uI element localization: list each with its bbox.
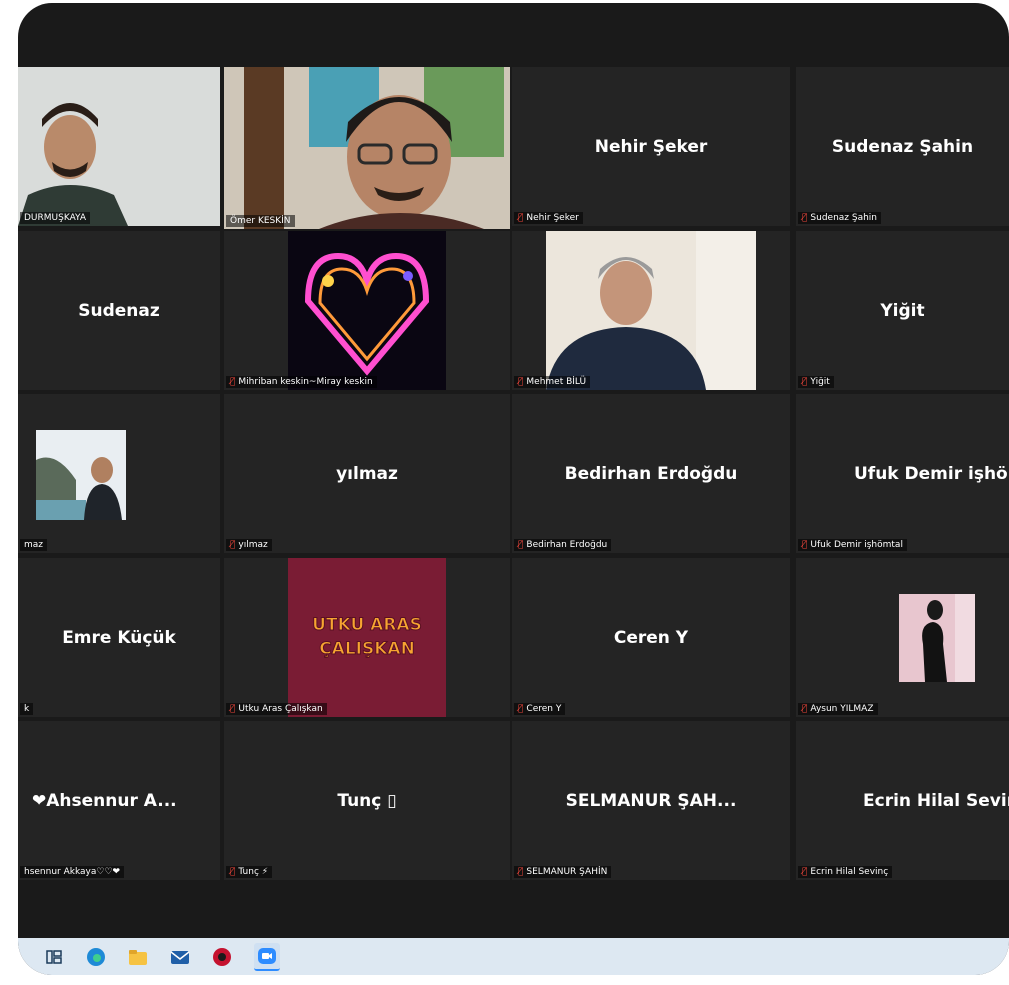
mic-muted-icon: 🎙̸ (518, 377, 524, 387)
participant-label: 🎙̸ yılmaz (226, 539, 272, 551)
mic-muted-icon: 🎙̸ (802, 377, 808, 387)
task-view-icon[interactable] (44, 947, 64, 967)
participant-name: Bedirhan Erdoğdu (564, 463, 738, 484)
participant-name: ❤Ahsennur A... (32, 790, 177, 811)
mic-muted-icon: 🎙̸ (802, 704, 808, 714)
participant-label: 🎙̸ Sudenaz Şahin (798, 212, 882, 224)
participant-name: Ufuk Demir işhö.. (854, 463, 1009, 484)
participant-avatar-image (899, 594, 975, 682)
participant-video (546, 231, 756, 390)
mic-muted-icon: 🎙̸ (802, 540, 808, 550)
mail-icon[interactable] (170, 947, 190, 967)
mic-muted-icon: 🎙̸ (802, 867, 808, 877)
windows-taskbar (18, 938, 1009, 975)
participant-avatar-image (36, 430, 126, 520)
participant-name: SELMANUR ŞAH... (565, 790, 737, 811)
participant-tile[interactable]: Yiğit 🎙̸ Yiğit (796, 231, 1009, 390)
participant-label: 🎙̸ Ecrin Hilal Sevinç (798, 866, 893, 878)
participant-video (18, 67, 220, 226)
participant-name: Tunç ▯ (337, 790, 397, 811)
participant-label: 🎙̸ Tunç ⚡ (226, 866, 273, 878)
participant-label: 🎙̸ Mehmet BİLÜ (514, 376, 591, 388)
mic-muted-icon: 🎙̸ (230, 867, 236, 877)
participant-tile[interactable]: Emre Küçük k (18, 558, 220, 717)
participant-name: Nehir Şeker (594, 136, 708, 157)
participant-label: DURMUŞKAYA (20, 212, 90, 224)
participant-tile[interactable]: 🎙̸ Mihriban keskin~Miray keskin (224, 231, 510, 390)
participant-tile[interactable]: Ceren Y 🎙̸ Ceren Y (512, 558, 790, 717)
participant-label: 🎙̸ Mihriban keskin~Miray keskin (226, 376, 377, 388)
meeting-window: DURMUŞKAYA Ömer KESKİN Nehir Şeker 🎙̸ Neh… (18, 3, 1009, 975)
participant-tile[interactable]: Nehir Şeker 🎙̸ Nehir Şeker (512, 67, 790, 226)
participant-name: Ecrin Hilal Sevinç (863, 790, 1009, 811)
participant-name: Sudenaz (78, 300, 160, 321)
participant-name: Sudenaz Şahin (831, 136, 974, 157)
mic-muted-icon: 🎙̸ (802, 213, 808, 223)
app-icon[interactable] (212, 947, 232, 967)
participant-tile[interactable]: maz (18, 394, 220, 553)
avatar-text-line-1: UTKU ARAS (312, 615, 422, 635)
participant-name: Ceren Y (613, 627, 689, 648)
participant-tile[interactable]: SELMANUR ŞAH... 🎙̸ SELMANUR ŞAHİN (512, 721, 790, 880)
edge-icon[interactable] (86, 947, 106, 967)
participant-label: maz (20, 539, 48, 551)
mic-muted-icon: 🎙̸ (518, 704, 524, 714)
participant-label: 🎙̸ Ceren Y (514, 703, 566, 715)
participant-label: k (20, 703, 34, 715)
file-explorer-icon[interactable] (128, 947, 148, 967)
participant-tile[interactable]: UTKU ARAS ÇALIŞKAN 🎙̸ Utku Aras Çalışkan (224, 558, 510, 717)
participant-label: 🎙̸ Nehir Şeker (514, 212, 583, 224)
participant-avatar-image (288, 231, 446, 390)
participant-tile[interactable]: Bedirhan Erdoğdu 🎙̸ Bedirhan Erdoğdu (512, 394, 790, 553)
participant-label: 🎙̸ Utku Aras Çalışkan (226, 703, 327, 715)
participant-label: hsennur Akkaya♡♡❤ (20, 866, 125, 878)
participant-name: yılmaz (336, 463, 398, 484)
participant-tile[interactable]: Sudenaz Şahin 🎙̸ Sudenaz Şahin (796, 67, 1009, 226)
participant-tile[interactable]: 🎙̸ Mehmet BİLÜ (512, 231, 790, 390)
participant-tile[interactable]: DURMUŞKAYA (18, 67, 220, 226)
participant-tile[interactable]: Tunç ▯ 🎙̸ Tunç ⚡ (224, 721, 510, 880)
participant-avatar-image: UTKU ARAS ÇALIŞKAN (288, 558, 446, 717)
participant-label: 🎙̸ SELMANUR ŞAHİN (514, 866, 612, 878)
participant-tile[interactable]: Ufuk Demir işhö.. 🎙̸ Ufuk Demir işhömtal (796, 394, 1009, 553)
participant-tile[interactable]: yılmaz 🎙̸ yılmaz (224, 394, 510, 553)
mic-muted-icon: 🎙̸ (230, 540, 236, 550)
participant-tile[interactable]: Ecrin Hilal Sevinç 🎙̸Ecrin Hilal Sevinç (796, 721, 1009, 880)
mic-muted-icon: 🎙̸ (230, 704, 236, 714)
participant-tile-active-speaker[interactable]: Ömer KESKİN (224, 67, 510, 229)
participant-label: 🎙̸ Aysun YILMAZ (798, 703, 878, 715)
participant-tile[interactable]: ❤Ahsennur A... hsennur Akkaya♡♡❤ (18, 721, 220, 880)
participant-name: Emre Küçük (62, 627, 176, 648)
mic-muted-icon: 🎙̸ (518, 867, 524, 877)
participant-label: Ömer KESKİN (226, 215, 295, 227)
mic-muted-icon: 🎙̸ (230, 377, 236, 387)
participant-tile[interactable]: 🎙̸ Aysun YILMAZ (796, 558, 1009, 717)
zoom-icon[interactable] (254, 942, 280, 971)
participant-name: Yiğit (880, 300, 925, 321)
avatar-text-line-2: ÇALIŞKAN (319, 639, 415, 659)
participant-label: 🎙̸ Bedirhan Erdoğdu (514, 539, 612, 551)
mic-muted-icon: 🎙̸ (518, 213, 524, 223)
participant-label: 🎙̸ Ufuk Demir işhömtal (798, 539, 907, 551)
participant-grid: DURMUŞKAYA Ömer KESKİN Nehir Şeker 🎙̸ Neh… (18, 67, 1009, 880)
participant-video (224, 67, 510, 229)
mic-muted-icon: 🎙̸ (518, 540, 524, 550)
participant-tile[interactable]: Sudenaz (18, 231, 220, 390)
participant-label: 🎙̸ Yiğit (798, 376, 834, 388)
